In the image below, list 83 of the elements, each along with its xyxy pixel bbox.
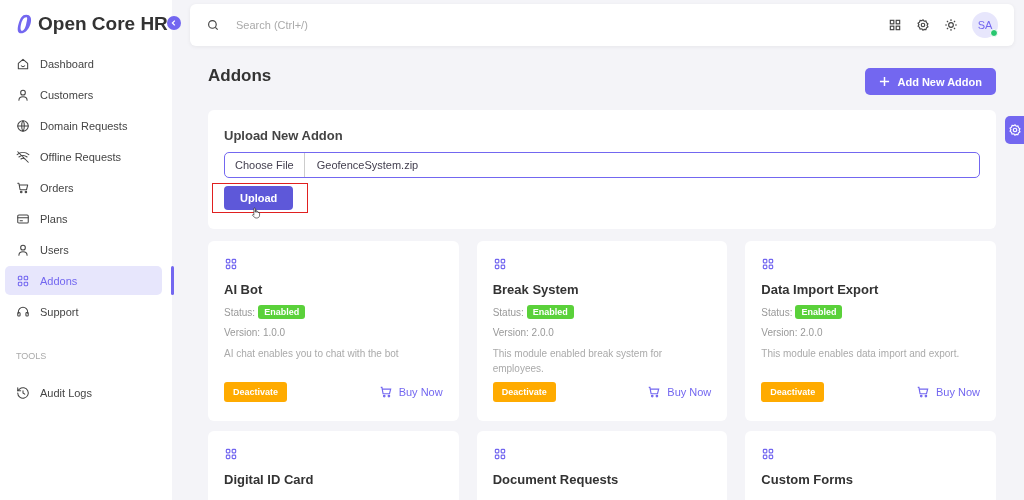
person-icon	[16, 242, 30, 257]
sidebar-item-label: Support	[40, 305, 79, 318]
status-badge: Enabled	[795, 305, 843, 319]
addon-name: Data Import Export	[761, 282, 880, 297]
wifi-off-icon	[16, 149, 30, 164]
grid-icon	[761, 447, 776, 461]
card-title: Upload New Addon	[224, 128, 344, 143]
grid-icon	[761, 257, 776, 271]
logo-icon	[16, 12, 33, 36]
credit-card-icon	[16, 211, 30, 226]
sidebar-item[interactable]: Orders	[5, 173, 162, 202]
version-text: Version: 1.0.0	[224, 327, 287, 338]
file-name: GeofenceSystem.zip	[315, 158, 420, 173]
sidebar-item-label: Offline Requests	[40, 150, 122, 163]
cart-icon	[647, 385, 662, 399]
addon-name: Document Requests	[492, 472, 620, 487]
buy-now-link[interactable]: Buy Now	[647, 385, 712, 399]
status-label: Status:	[761, 306, 793, 318]
description-text: This module enables data import and export.	[761, 347, 961, 361]
choose-file-button[interactable]: Choose File	[225, 153, 305, 177]
sidebar-item[interactable]: Audit Logs	[5, 378, 162, 407]
sidebar-item[interactable]: Users	[5, 235, 162, 264]
person-icon	[16, 87, 30, 102]
settings-tab-button[interactable]	[1005, 116, 1024, 144]
version-text: Version: 2.0.0	[492, 327, 555, 338]
grid-icon	[224, 447, 238, 461]
globe-icon	[16, 118, 30, 133]
brand-name: Open Core HR	[38, 13, 168, 35]
cart-icon	[915, 385, 930, 399]
grid-icon	[492, 257, 507, 271]
avatar[interactable]: SA	[972, 12, 998, 38]
settings-icon[interactable]	[916, 18, 930, 32]
addon-name: Custom Forms	[761, 472, 855, 487]
headset-icon	[16, 304, 30, 319]
settings-icon	[1008, 123, 1022, 137]
sidebar-item[interactable]: Support	[5, 297, 162, 326]
buy-now-link[interactable]: Buy Now	[378, 385, 443, 399]
status-badge: Enabled	[258, 305, 306, 319]
plus-icon	[879, 76, 891, 87]
status-label: Status:	[224, 306, 256, 318]
addon-name: AI Bot	[224, 282, 264, 297]
search-icon	[206, 18, 220, 32]
sidebar-item-label: Orders	[40, 181, 74, 194]
cart-icon	[378, 385, 393, 399]
sidebar-item-label: Addons	[40, 274, 78, 287]
add-addon-button[interactable]: Add New Addon	[865, 68, 996, 95]
sidebar-item-label: Plans	[40, 212, 68, 225]
chevron-left-icon	[170, 19, 178, 27]
sidebar-item-label: Customers	[40, 88, 94, 101]
sidebar-item-label: Dashboard	[40, 57, 94, 70]
sidebar-item-label: Audit Logs	[40, 386, 92, 399]
version-text: Version: 2.0.0	[761, 327, 824, 338]
description-text: AI chat enables you to chat with the bot	[224, 347, 400, 361]
grid-icon[interactable]	[888, 18, 902, 32]
grid-icon	[224, 257, 238, 271]
description-text: This module enabled break system for employees.	[492, 347, 664, 374]
collapse-button[interactable]	[167, 16, 181, 30]
addon-name: Break System	[492, 282, 580, 297]
active-indicator	[171, 266, 174, 295]
sidebar-item-label: Users	[40, 243, 69, 256]
section-heading: TOOLS	[15, 350, 48, 363]
search-bar[interactable]: Search (Ctrl+/) SA	[190, 4, 1014, 46]
sidebar-item[interactable]: Offline Requests	[5, 142, 162, 171]
sidebar-item[interactable]: Domain Requests	[5, 111, 162, 140]
grid-icon	[492, 447, 507, 461]
hand-cursor-icon	[251, 207, 261, 219]
sidebar-item[interactable]: Dashboard	[5, 49, 162, 78]
status-label: Status:	[492, 306, 524, 318]
cart-icon	[16, 180, 30, 195]
grid-icon	[16, 273, 30, 288]
addon-name: Digital ID Card	[224, 472, 315, 487]
buy-now-link[interactable]: Buy Now	[915, 385, 980, 399]
sidebar-item[interactable]: Plans	[5, 204, 162, 233]
status-badge: Enabled	[526, 305, 574, 319]
sidebar-item-label: Domain Requests	[40, 119, 128, 132]
sun-icon[interactable]	[944, 18, 958, 32]
history-icon	[16, 385, 30, 400]
upload-button[interactable]: Upload	[224, 186, 294, 210]
page-title: Addons	[208, 66, 272, 86]
house-icon	[16, 56, 30, 71]
sidebar-item[interactable]: Customers	[5, 80, 162, 109]
file-input[interactable]: Choose File GeofenceSystem.zip	[224, 152, 980, 178]
search-field[interactable]: Search (Ctrl+/)	[234, 18, 874, 32]
